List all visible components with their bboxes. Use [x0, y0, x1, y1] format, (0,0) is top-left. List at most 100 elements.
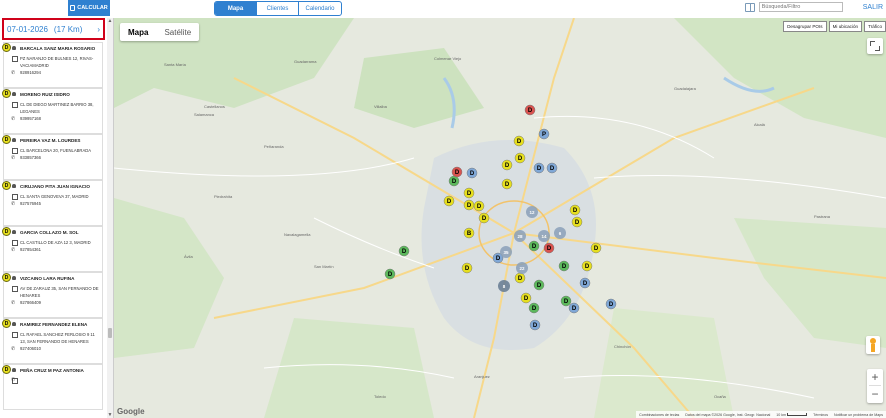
client-badge: D	[2, 135, 11, 144]
poi-marker[interactable]: D	[520, 292, 532, 304]
poi-marker[interactable]: D	[581, 260, 593, 272]
map-toolbar: Desagrupar POIs Mi ubicación Tráfico	[783, 21, 886, 32]
poi-marker[interactable]: D	[605, 298, 617, 310]
street-view-pegman-icon[interactable]	[866, 336, 880, 354]
fullscreen-icon[interactable]	[867, 38, 883, 54]
poi-marker[interactable]: D	[533, 162, 545, 174]
client-card[interactable]: D RAMIREZ FERNANDEZ ELENA CL RAFAEL SANC…	[2, 318, 103, 364]
poi-marker[interactable]: D	[473, 200, 485, 212]
report-problem-link[interactable]: Notificar un problema de Maps	[834, 413, 883, 417]
poi-marker[interactable]: D	[398, 245, 410, 257]
scroll-thumb[interactable]	[108, 328, 112, 338]
poi-marker[interactable]: D	[478, 212, 490, 224]
scroll-up-icon[interactable]: ▲	[107, 18, 113, 24]
svg-text:D: D	[452, 179, 457, 185]
svg-text:28: 28	[517, 234, 523, 239]
client-name: PEÑA CRUZ M PAZ ANTONIA	[11, 367, 99, 374]
map-type-satellite[interactable]: Satélite	[156, 23, 199, 41]
svg-text:D: D	[573, 208, 578, 214]
map-type-control: Mapa Satélite	[120, 23, 200, 41]
poi-marker[interactable]: D	[501, 159, 513, 171]
poi-cluster[interactable]: 22	[516, 262, 528, 274]
poi-marker[interactable]: D	[558, 260, 570, 272]
sidebar-scrollbar[interactable]: ▲ ▼	[107, 18, 113, 418]
poi-marker[interactable]: D	[569, 204, 581, 216]
my-location-button[interactable]: Mi ubicación	[828, 21, 863, 32]
client-card[interactable]: D PEÑA CRUZ M PAZ ANTONIA	[2, 364, 103, 410]
poi-marker[interactable]: D	[528, 240, 540, 252]
keyboard-shortcuts-link[interactable]: Combinaciones de teclas	[639, 413, 679, 417]
poi-marker[interactable]: B	[463, 227, 475, 239]
poi-marker[interactable]: D	[463, 187, 475, 199]
poi-marker[interactable]: D	[461, 262, 473, 274]
poi-marker[interactable]: D	[560, 295, 572, 307]
svg-text:D: D	[447, 199, 452, 205]
map-type-map[interactable]: Mapa	[120, 23, 156, 41]
svg-text:D: D	[532, 244, 537, 250]
calculate-button[interactable]: CALCULAR	[68, 0, 110, 16]
svg-text:D: D	[505, 182, 510, 188]
svg-text:D: D	[537, 283, 542, 289]
route-date: 07-01-2026	[7, 24, 48, 34]
svg-text:D: D	[467, 203, 472, 209]
client-name: BARCALA SANZ MARIA ROSARIO	[11, 45, 99, 52]
poi-marker[interactable]: D	[533, 279, 545, 291]
poi-marker[interactable]: D	[579, 277, 591, 289]
poi-marker[interactable]: P	[538, 128, 550, 140]
poi-marker[interactable]: D	[546, 162, 558, 174]
svg-text:D: D	[550, 166, 555, 172]
poi-marker[interactable]: D	[443, 195, 455, 207]
poi-marker[interactable]: D	[590, 242, 602, 254]
poi-marker[interactable]: D	[466, 167, 478, 179]
poi-cluster[interactable]: 8	[498, 280, 510, 292]
scroll-down-icon[interactable]: ▼	[107, 412, 113, 418]
route-date-selector[interactable]: 07-01-2026 (17 Km) ›	[2, 18, 105, 40]
poi-cluster[interactable]: 35	[500, 246, 512, 258]
svg-text:D: D	[524, 296, 529, 302]
logout-link[interactable]: SALIR	[863, 4, 883, 11]
svg-text:D: D	[562, 264, 567, 270]
tab-clientes[interactable]: Clientes	[257, 2, 299, 15]
map-scale[interactable]: 10 km	[776, 412, 808, 417]
search-input[interactable]	[758, 2, 843, 12]
client-card[interactable]: D VIZCAINO LARA RUFINA AV DE ZARAUZ 35, …	[2, 272, 103, 318]
poi-marker[interactable]: D	[451, 166, 463, 178]
traffic-button[interactable]: Tráfico	[864, 21, 886, 32]
poi-cluster[interactable]: 28	[514, 230, 526, 242]
zoom-out-button[interactable]: −	[867, 386, 883, 402]
poi-cluster[interactable]: 14	[538, 230, 550, 242]
svg-text:D: D	[609, 302, 614, 308]
poi-marker[interactable]: D	[571, 216, 583, 228]
client-card[interactable]: D PEREIRA VAZ M. LOURDES CL BARCELONA 20…	[2, 134, 103, 180]
poi-marker[interactable]: D	[514, 152, 526, 164]
svg-text:22: 22	[519, 266, 525, 271]
poi-marker[interactable]: D	[384, 268, 396, 280]
tab-mapa[interactable]: Mapa	[215, 2, 257, 15]
poi-marker[interactable]: D	[543, 242, 555, 254]
poi-marker[interactable]: D	[448, 175, 460, 187]
map-canvas[interactable]: Santa María Guadarrama Salamanca Castell…	[114, 18, 886, 418]
svg-text:D: D	[496, 256, 501, 262]
poi-marker[interactable]: D	[514, 272, 526, 284]
poi-cluster[interactable]: 12	[526, 206, 538, 218]
chevron-right-icon[interactable]: ›	[97, 25, 100, 34]
book-icon[interactable]	[744, 2, 755, 12]
tab-calendario[interactable]: Calendario	[299, 2, 341, 15]
terms-link[interactable]: Términos	[813, 413, 828, 417]
zoom-in-button[interactable]: +	[867, 369, 883, 385]
map-attribution: Combinaciones de teclas Datos del mapa ©…	[636, 411, 886, 418]
client-card[interactable]: D BARCALA SANZ MARIA ROSARIO PZ NARANJO …	[2, 42, 103, 88]
poi-marker[interactable]: D	[568, 302, 580, 314]
client-card[interactable]: D CIRUJANO PITA JUAN IGNACIO CL SANTA GE…	[2, 180, 103, 226]
poi-cluster[interactable]: 6	[554, 227, 566, 239]
ungroup-pois-button[interactable]: Desagrupar POIs	[783, 21, 827, 32]
poi-marker[interactable]: D	[528, 302, 540, 314]
poi-marker[interactable]: D	[501, 178, 513, 190]
poi-marker[interactable]: D	[524, 104, 536, 116]
client-card[interactable]: D GARCIA COLLAZO M. SOL CL CASTILLO DE A…	[2, 226, 103, 272]
map-data-credit: Datos del mapa ©2026 Google, Inst. Geogr…	[685, 412, 771, 417]
poi-marker[interactable]: D	[513, 135, 525, 147]
poi-marker[interactable]: D	[529, 319, 541, 331]
poi-marker[interactable]: D	[463, 199, 475, 211]
client-card[interactable]: D MORENO RUIZ ISIDRO CL DE DIEGO MARTINE…	[2, 88, 103, 134]
